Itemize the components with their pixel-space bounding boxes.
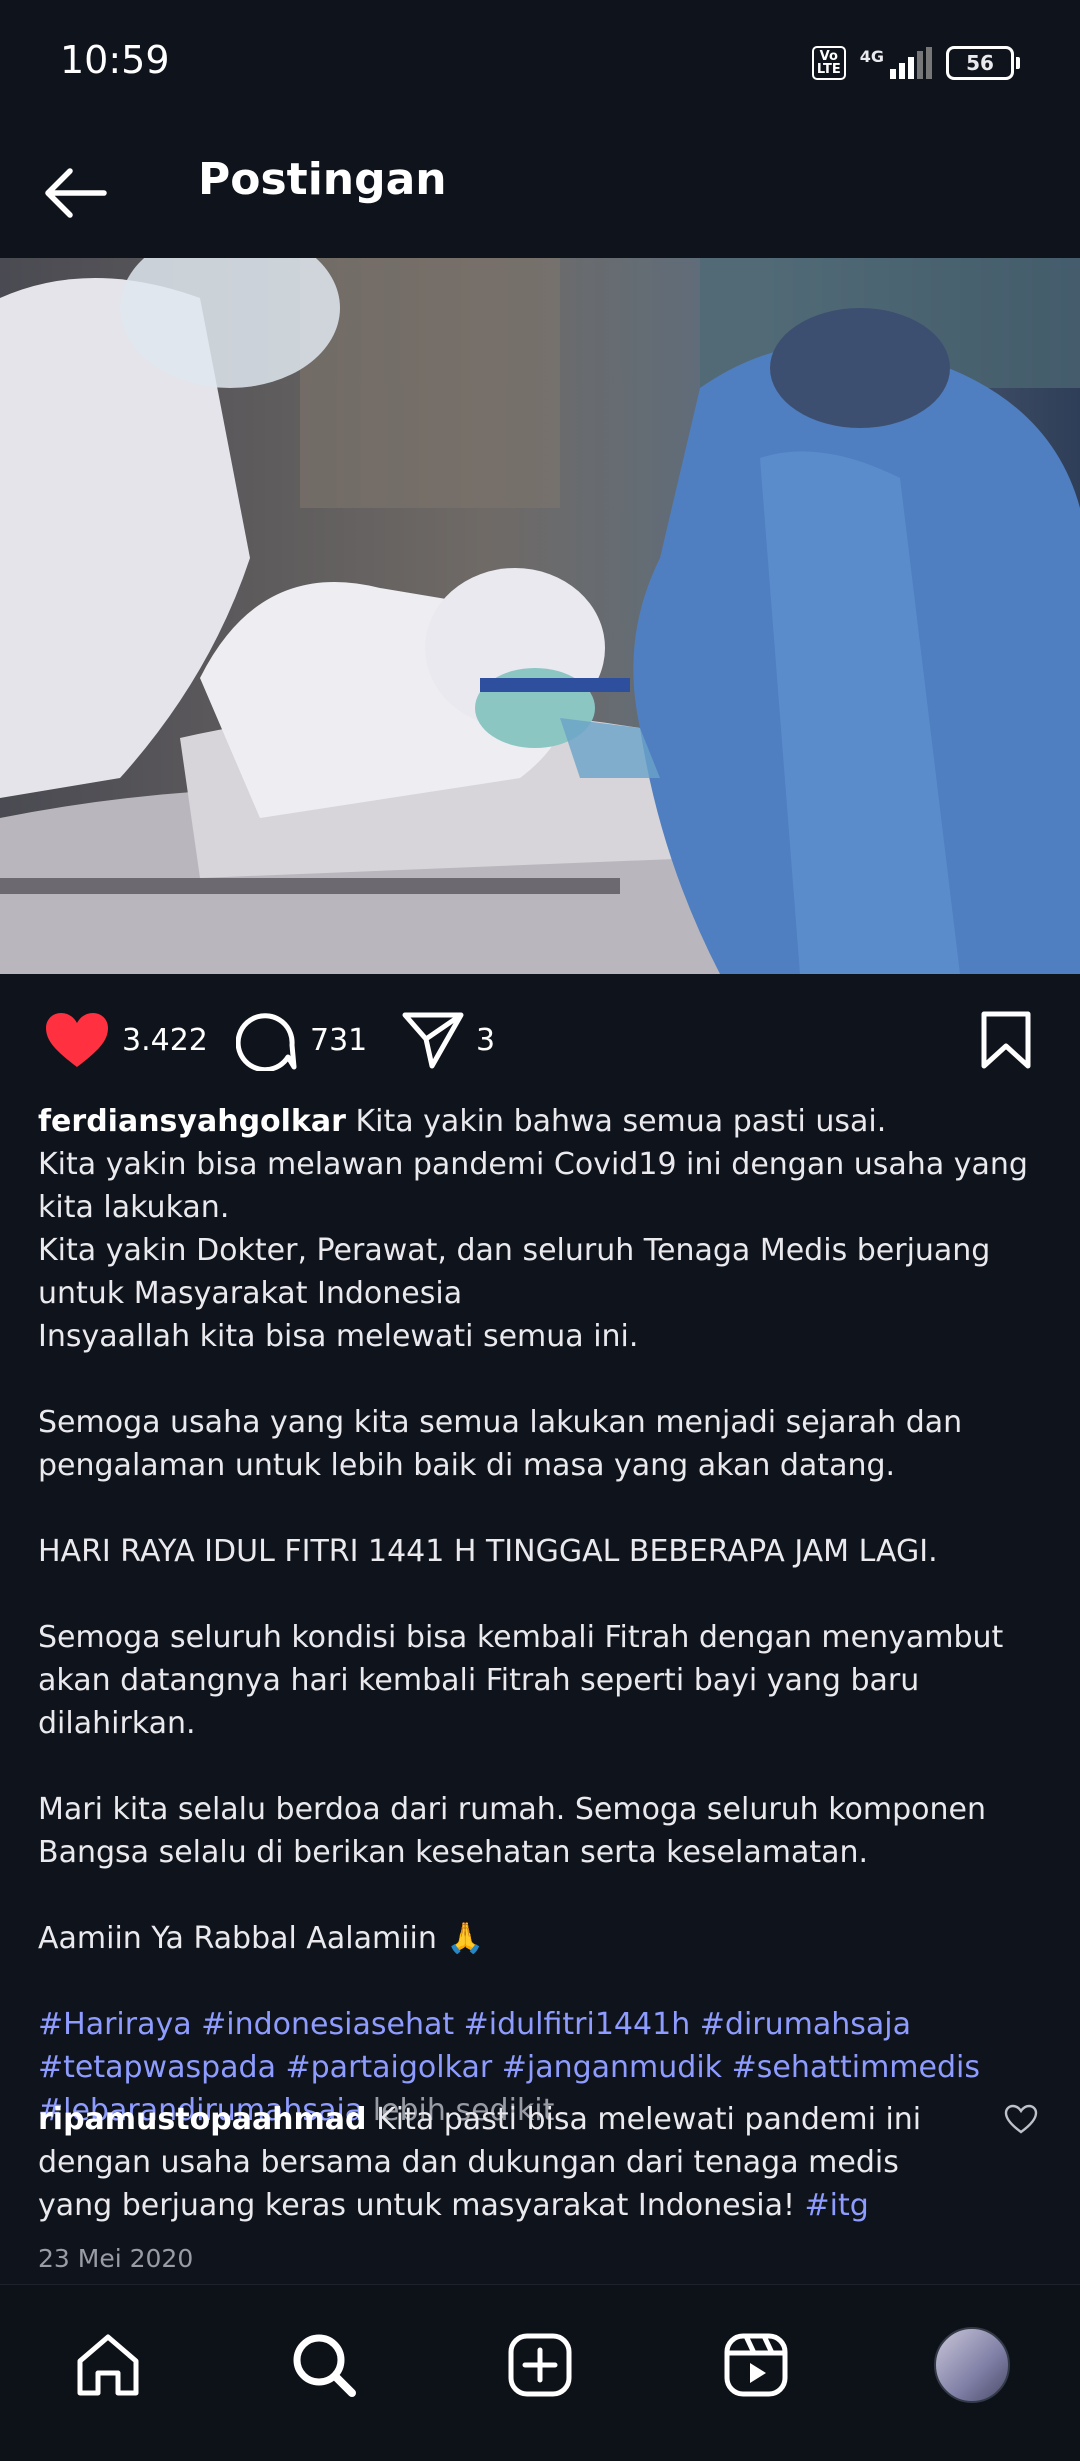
hashtag-link[interactable]: #Hariraya [38, 2007, 192, 2042]
search-icon [293, 2334, 356, 2397]
comment-icon [236, 1013, 297, 1071]
save-button[interactable] [980, 1010, 1032, 1074]
bookmark-icon [981, 1011, 1031, 1069]
bottom-nav [0, 2284, 1080, 2461]
share-button[interactable]: 3 [402, 1000, 495, 1080]
like-button[interactable]: 3.422 [44, 1000, 208, 1080]
post-username[interactable]: ferdiansyahgolkar [38, 1104, 346, 1139]
battery-level: 56 [946, 46, 1014, 80]
caption-paragraph: Mari kita selalu berdoa dari rumah. Semo… [38, 1792, 986, 1870]
caption-line: Kita yakin bisa melawan pandemi Covid19 … [38, 1147, 1028, 1225]
caption-line: Kita yakin bahwa semua pasti usai. [355, 1104, 887, 1139]
nav-create[interactable] [500, 2325, 580, 2405]
hashtag-link[interactable]: #partaigolkar [286, 2050, 493, 2085]
like-count: 3.422 [122, 1022, 208, 1058]
caption-paragraph: Aamiin Ya Rabbal Aalamiin 🙏 [38, 1921, 484, 1956]
reels-icon [724, 2333, 788, 2397]
caption-paragraph: Semoga usaha yang kita semua lakukan men… [38, 1405, 963, 1483]
comment-item: ripamustopaahmad Kita pasti bisa melewat… [38, 2098, 958, 2227]
hashtag-link[interactable]: #janganmudik [502, 2050, 722, 2085]
status-icons: Vo LTE 4G 56 [811, 46, 1020, 80]
hashtag-link[interactable]: #sehattimmedis [732, 2050, 980, 2085]
battery-icon: 56 [946, 46, 1020, 80]
signal-icon: 4G [860, 47, 932, 79]
status-bar: 10:59 Vo LTE 4G 56 [0, 0, 1080, 130]
heart-outline-icon [1004, 2104, 1038, 2134]
post-caption: ferdiansyahgolkar Kita yakin bahwa semua… [38, 1100, 1048, 2132]
hashtag-link[interactable]: #idulfitri1441h [464, 2007, 691, 2042]
caption-line: Kita yakin Dokter, Perawat, dan seluruh … [38, 1233, 991, 1311]
hashtag-link[interactable]: #itg [805, 2188, 869, 2223]
page-title: Postingan [198, 154, 447, 205]
post-image[interactable] [0, 258, 1080, 974]
hashtag-link[interactable]: #tetapwaspada [38, 2050, 276, 2085]
clock: 10:59 [60, 38, 170, 82]
back-button[interactable] [38, 156, 118, 230]
medical-workers-photo [0, 258, 1080, 974]
home-icon [77, 2334, 139, 2396]
comment-button[interactable]: 731 [236, 1000, 367, 1080]
heart-icon [46, 1013, 108, 1067]
nav-home[interactable] [68, 2325, 148, 2405]
post-actions: 3.422 731 3 [0, 1000, 1080, 1080]
comment-count: 731 [310, 1022, 368, 1058]
hashtag-link[interactable]: #dirumahsaja [700, 2007, 911, 2042]
post-date: 23 Mei 2020 [38, 2244, 194, 2273]
create-icon [508, 2333, 572, 2397]
share-count: 3 [476, 1022, 496, 1058]
send-icon [402, 1012, 464, 1069]
caption-paragraph: HARI RAYA IDUL FITRI 1441 H TINGGAL BEBE… [38, 1534, 938, 1569]
nav-search[interactable] [284, 2325, 364, 2405]
comment-like-button[interactable] [1004, 2104, 1038, 2138]
caption-paragraph: Semoga seluruh kondisi bisa kembali Fitr… [38, 1620, 1004, 1741]
volte-icon: Vo LTE [811, 46, 846, 80]
nav-profile[interactable] [932, 2325, 1012, 2405]
profile-avatar [934, 2327, 1010, 2403]
back-arrow-icon [45, 168, 107, 218]
top-bar: Postingan [0, 130, 1080, 258]
caption-line: Insyaallah kita bisa melewati semua ini. [38, 1319, 639, 1354]
nav-reels[interactable] [716, 2325, 796, 2405]
hashtag-link[interactable]: #indonesiasehat [201, 2007, 454, 2042]
comment-username[interactable]: ripamustopaahmad [38, 2102, 367, 2137]
